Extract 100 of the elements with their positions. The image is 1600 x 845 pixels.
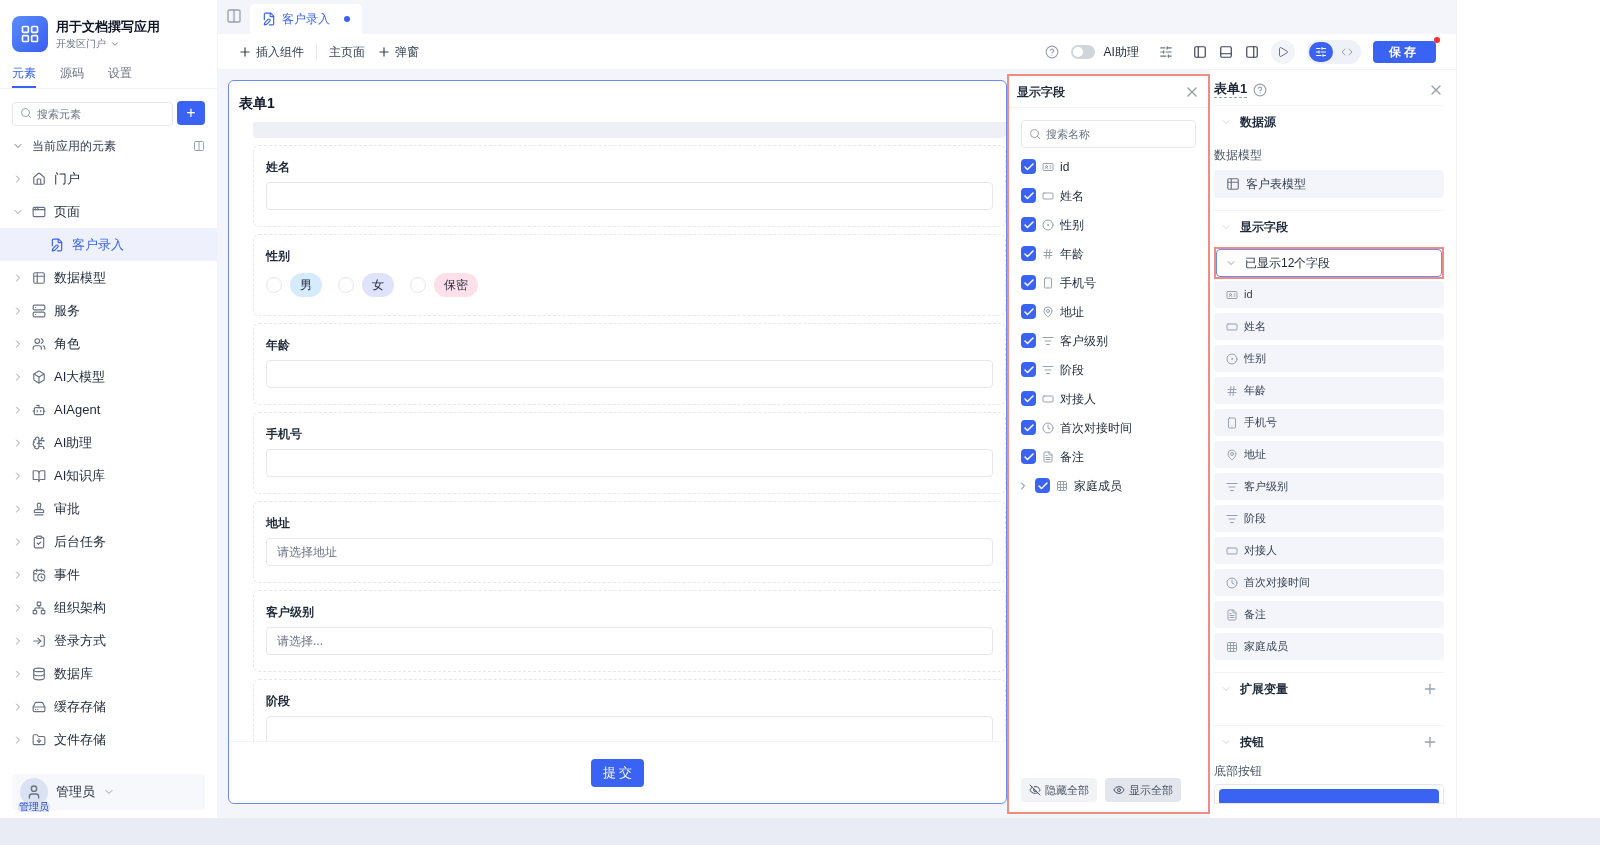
eye-icon [1113, 784, 1125, 796]
checkbox[interactable] [1021, 333, 1036, 348]
tree-item[interactable]: 文件存储 [0, 723, 217, 756]
login-icon [32, 633, 46, 648]
field-label: 阶段 [266, 693, 291, 710]
sidebar-tab[interactable]: 元素 [12, 64, 36, 88]
checkbox[interactable] [1021, 391, 1036, 406]
tree-item[interactable]: AI大模型 [0, 360, 217, 393]
folder-icon [32, 732, 46, 747]
tree-item[interactable]: 组织架构 [0, 591, 217, 624]
section-heading: 显示字段 [1240, 219, 1289, 236]
search-icon [20, 107, 32, 119]
help-icon[interactable] [1253, 82, 1268, 97]
field-row[interactable]: 性别 [1214, 345, 1444, 372]
field-row[interactable]: 客户级别 [1214, 473, 1444, 500]
checkbox[interactable] [1021, 420, 1036, 435]
list-icon [1042, 363, 1054, 376]
right-panel-icon[interactable] [1244, 44, 1259, 59]
option-tag: 女 [362, 273, 394, 297]
tree-item[interactable]: 角色 [0, 327, 217, 360]
search-field[interactable]: 搜索元素 [12, 102, 173, 126]
tree-item[interactable]: AIAgent [0, 393, 217, 426]
list-icon [1042, 334, 1054, 347]
add-icon[interactable] [1422, 681, 1438, 697]
toggle-switch[interactable] [1071, 44, 1096, 59]
tree-item[interactable]: 门户 [0, 162, 217, 195]
checkbox[interactable] [1021, 159, 1036, 174]
add-button[interactable]: + [177, 101, 205, 125]
tree-item[interactable]: AI知识库 [0, 459, 217, 492]
checkbox[interactable] [1021, 275, 1036, 290]
pin-icon [1042, 305, 1054, 318]
tree-item[interactable]: AI助理 [0, 426, 217, 459]
insert-button[interactable]: 插入组件 [238, 42, 304, 61]
model-selector[interactable]: 客户表模型 [1214, 170, 1444, 198]
checkbox[interactable] [1021, 217, 1036, 232]
field-row[interactable]: 首次对接时间 [1214, 569, 1444, 596]
field-name: 姓名 [1060, 187, 1084, 205]
submit-button[interactable]: 提 交 [590, 758, 645, 787]
tree-item[interactable]: 缓存存储 [0, 690, 217, 723]
editor-tab[interactable]: 客户录入 [250, 4, 362, 34]
portal-dropdown[interactable]: 开发区门户 [56, 36, 160, 52]
checkbox[interactable] [1021, 304, 1036, 319]
field-row[interactable]: 家庭成员 [1214, 633, 1444, 660]
check-icon [1036, 479, 1049, 492]
hide-all-button[interactable]: 隐藏全部 [1021, 778, 1097, 802]
search-field[interactable]: 搜索名称 [1021, 120, 1196, 148]
help-icon[interactable] [1045, 44, 1060, 59]
collapse-icon[interactable] [226, 8, 242, 24]
tree-item[interactable]: 数据库 [0, 657, 217, 690]
text-input[interactable] [266, 182, 993, 210]
clock-icon [1226, 576, 1238, 589]
field-row[interactable]: 手机号 [1214, 409, 1444, 436]
plus-icon [377, 44, 391, 59]
tree-item[interactable]: 后台任务 [0, 525, 217, 558]
sidebar-tab[interactable]: 设置 [108, 64, 132, 88]
tree-item[interactable]: 页面 [0, 195, 217, 228]
sidebar-tab[interactable]: 源码 [60, 64, 84, 88]
document-icon [1226, 608, 1238, 621]
main-page-button[interactable]: 主页面 [329, 42, 365, 61]
tree-item[interactable]: 服务 [0, 294, 217, 327]
fields-summary[interactable]: 已显示12个字段 [1216, 249, 1442, 277]
checkbox[interactable] [1021, 449, 1036, 464]
document-icon [1042, 450, 1054, 463]
field-row[interactable]: 地址 [1214, 441, 1444, 468]
select-field[interactable]: 请选择地址 [266, 538, 993, 566]
field-label: 客户级别 [266, 604, 315, 621]
tree-item[interactable]: 数据模型 [0, 261, 217, 294]
checkbox[interactable] [1021, 188, 1036, 203]
left-panel-icon[interactable] [1192, 44, 1207, 59]
field-row[interactable]: 年龄 [1214, 377, 1444, 404]
view-mode-button[interactable] [1308, 41, 1333, 62]
field-row[interactable]: 备注 [1214, 601, 1444, 628]
field-row[interactable]: 阶段 [1214, 505, 1444, 532]
network-icon [32, 600, 46, 615]
field-row[interactable]: 姓名 [1214, 313, 1444, 340]
checkbox[interactable] [1035, 478, 1050, 493]
add-icon[interactable] [1422, 734, 1438, 750]
field-row[interactable]: id [1214, 281, 1444, 308]
text-input[interactable] [266, 449, 993, 477]
tree-item[interactable]: 客户录入 [0, 228, 217, 261]
checkbox[interactable] [1021, 246, 1036, 261]
tree-item[interactable]: 审批 [0, 492, 217, 525]
show-all-button[interactable]: 显示全部 [1105, 778, 1181, 802]
select-field[interactable] [266, 716, 993, 741]
field-row[interactable]: 对接人 [1214, 537, 1444, 564]
tree-item[interactable]: 登录方式 [0, 624, 217, 657]
text-input[interactable] [266, 360, 993, 388]
popup-button[interactable]: 弹窗 [377, 42, 419, 61]
user-menu[interactable]: 管理员 管理员 [12, 774, 205, 810]
play-button[interactable] [1270, 39, 1295, 64]
field-label: 地址 [266, 515, 291, 532]
field-name: 客户级别 [1060, 332, 1108, 350]
bottom-panel-icon[interactable] [1218, 44, 1233, 59]
checkbox[interactable] [1021, 362, 1036, 377]
select-field[interactable]: 请选择... [266, 627, 993, 655]
tree-item[interactable]: 事件 [0, 558, 217, 591]
text-field-icon [1042, 392, 1054, 405]
windows-icon [20, 24, 40, 44]
check-icon [1022, 392, 1035, 405]
text-field-icon [1042, 189, 1054, 202]
